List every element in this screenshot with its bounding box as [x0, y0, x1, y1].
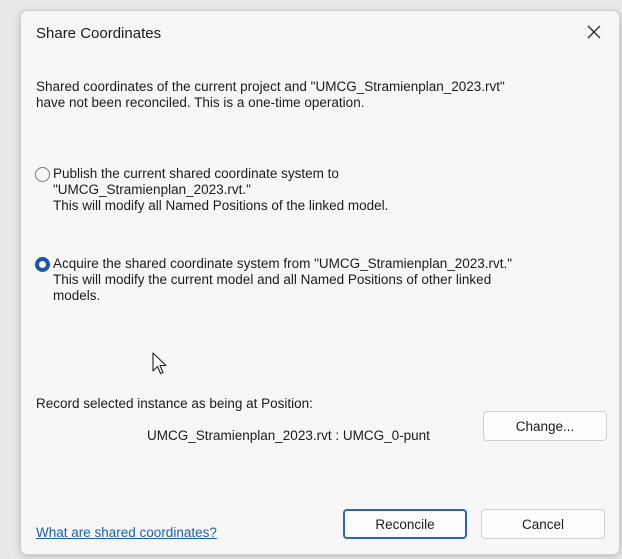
radio-selected-dot: [39, 261, 46, 268]
intro-line: have not been reconciled. This is a one-…: [36, 95, 365, 110]
position-value: UMCG_Stramienplan_2023.rvt : UMCG_0-punt: [147, 428, 430, 443]
publish-radio[interactable]: [35, 167, 50, 182]
acquire-option[interactable]: Acquire the shared coordinate system fro…: [35, 256, 613, 304]
option-line: This will modify the current model and a…: [53, 272, 492, 287]
change-button[interactable]: Change...: [483, 411, 607, 441]
intro-text: Shared coordinates of the current projec…: [36, 79, 596, 111]
option-line: models.: [53, 288, 101, 303]
publish-option-text: Publish the current shared coordinate sy…: [53, 166, 613, 214]
option-line: "UMCG_Stramienplan_2023.rvt.": [53, 182, 251, 197]
dialog-title: Share Coordinates: [36, 25, 162, 42]
option-line: Acquire the shared coordinate system fro…: [53, 256, 513, 271]
help-link[interactable]: What are shared coordinates?: [36, 525, 217, 540]
close-button[interactable]: [581, 21, 607, 47]
option-line: Publish the current shared coordinate sy…: [53, 166, 339, 181]
reconcile-button[interactable]: Reconcile: [343, 509, 467, 539]
close-icon: [587, 25, 601, 44]
acquire-radio[interactable]: [35, 257, 50, 272]
share-coordinates-dialog: Share Coordinates Shared coordinates of …: [20, 10, 620, 555]
intro-line: Shared coordinates of the current projec…: [36, 79, 505, 94]
acquire-option-text: Acquire the shared coordinate system fro…: [53, 256, 613, 304]
cancel-button[interactable]: Cancel: [481, 509, 605, 539]
record-position-label: Record selected instance as being at Pos…: [36, 396, 313, 411]
publish-option[interactable]: Publish the current shared coordinate sy…: [35, 166, 613, 214]
option-line: This will modify all Named Positions of …: [53, 198, 389, 213]
